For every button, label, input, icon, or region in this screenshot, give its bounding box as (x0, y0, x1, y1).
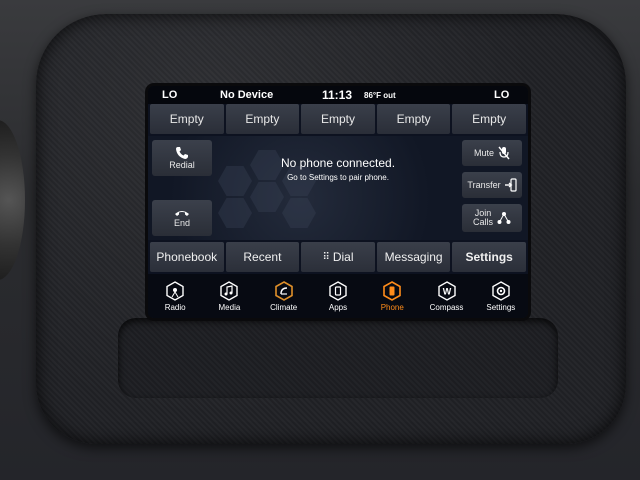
air-vent (0, 120, 25, 280)
tab-dial[interactable]: ⠿ Dial (301, 242, 375, 272)
dock-compass[interactable]: W Compass (421, 280, 473, 312)
favorite-slot-2[interactable]: Empty (225, 104, 300, 134)
phone-handset-icon (176, 147, 188, 159)
tab-recent[interactable]: Recent (225, 242, 300, 272)
end-call-button[interactable]: End (152, 200, 212, 236)
transfer-button[interactable]: Transfer (462, 172, 522, 198)
driver-temp[interactable]: LO (162, 89, 177, 101)
tab-settings[interactable]: Settings (452, 242, 526, 272)
tab-messaging[interactable]: Messaging (376, 242, 451, 272)
favorite-slot-4[interactable]: Empty (376, 104, 451, 134)
dock-climate-label: Climate (270, 302, 298, 312)
no-phone-message: No phone connected. (280, 156, 396, 170)
dashboard-scene: LO No Device 11:13 86°F out LO Empty Emp… (0, 0, 640, 480)
svg-text:W: W (442, 286, 451, 296)
hang-up-icon (175, 211, 189, 216)
dock-media[interactable]: Media (203, 280, 255, 312)
phone-tabs: Phonebook Recent ⠿ Dial Messaging Settin… (150, 242, 526, 272)
join-calls-icon (497, 212, 511, 224)
pair-phone-hint: Go to Settings to pair phone. (287, 173, 389, 182)
dock-apps-label: Apps (328, 302, 348, 312)
bezel-storage-tray (118, 318, 558, 398)
gear-icon (490, 280, 512, 301)
radio-icon (164, 280, 186, 301)
dock-climate[interactable]: Climate (258, 280, 310, 312)
infotainment-screen: LO No Device 11:13 86°F out LO Empty Emp… (148, 86, 528, 318)
favorite-slot-3[interactable]: Empty (301, 104, 375, 134)
tab-dial-label: Dial (332, 250, 354, 264)
mute-mic-icon (498, 146, 510, 160)
background-hexagon (282, 198, 316, 228)
dock-settings-label: Settings (486, 302, 516, 312)
clock: 11:13 (322, 88, 353, 102)
status-bar: LO No Device 11:13 86°F out LO (148, 86, 528, 104)
mute-label: Mute (473, 148, 494, 158)
dock-phone[interactable]: Phone (366, 280, 418, 312)
transfer-label: Transfer (467, 180, 501, 190)
dock-settings[interactable]: Settings (475, 280, 527, 312)
apps-icon (327, 280, 349, 301)
outside-temp: 86°F out (364, 91, 396, 100)
dock-radio-label: Radio (164, 302, 186, 312)
join-calls-button[interactable]: Join Calls (462, 204, 522, 232)
passenger-temp[interactable]: LO (494, 89, 509, 101)
dock-phone-label: Phone (380, 302, 404, 312)
background-hexagon (218, 198, 252, 228)
join-calls-label: Join Calls (472, 208, 493, 227)
background-hexagon (218, 166, 252, 196)
tab-phonebook[interactable]: Phonebook (150, 242, 224, 272)
transfer-icon (504, 178, 517, 192)
phone-icon (381, 280, 403, 301)
end-label: End (173, 218, 190, 228)
dock-apps[interactable]: Apps (312, 280, 364, 312)
main-menu-dock: Radio Media Climate Apps Phone W Compass… (148, 274, 528, 318)
mute-button[interactable]: Mute (462, 140, 522, 166)
device-status: No Device (220, 89, 274, 101)
background-hexagon (250, 182, 284, 212)
redial-button[interactable]: Redial (152, 140, 212, 176)
redial-label: Redial (169, 160, 195, 170)
dock-radio[interactable]: Radio (149, 280, 201, 312)
favorite-slot-5[interactable]: Empty (452, 104, 526, 134)
dock-compass-label: Compass (429, 302, 464, 312)
dock-media-label: Media (218, 302, 241, 312)
phone-favorites-row: Empty Empty Empty Empty Empty (150, 104, 526, 134)
phone-main-area: Redial End No phone connected. Go to Set… (148, 136, 528, 240)
compass-icon: W (436, 280, 458, 301)
climate-icon (273, 280, 295, 301)
favorite-slot-1[interactable]: Empty (150, 104, 224, 134)
music-note-icon (218, 280, 240, 301)
keypad-icon: ⠿ (322, 251, 330, 263)
